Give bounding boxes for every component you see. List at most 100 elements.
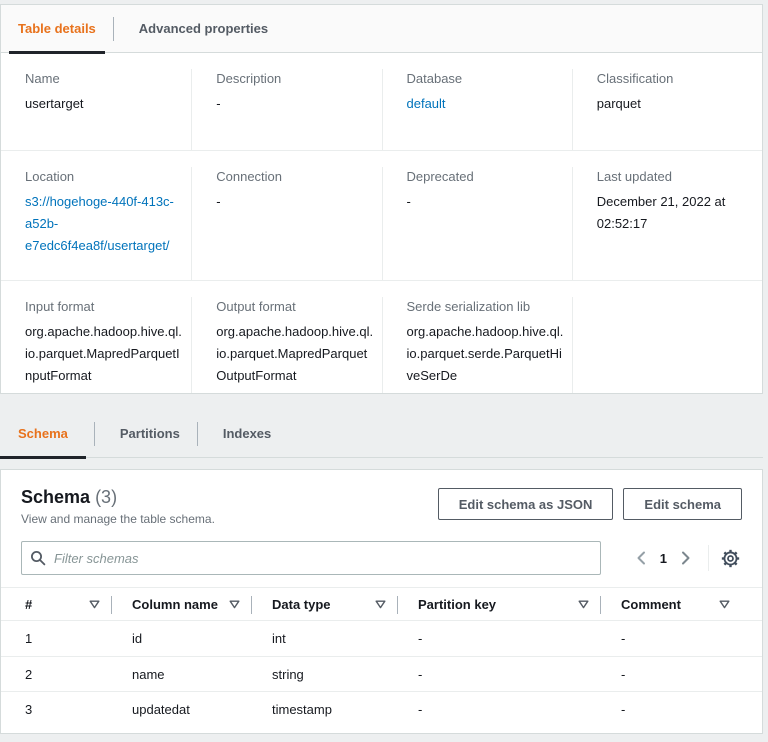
field-label: Location [25, 169, 75, 184]
table-row: 1 id int - - [1, 621, 762, 656]
field-label: Description [216, 71, 282, 86]
field-value: - [216, 96, 221, 111]
pagination-prev-button[interactable] [631, 547, 651, 569]
schema-card-header: Schema (3) View and manage the table sch… [1, 470, 762, 527]
schema-tabbar: Schema Partitions Indexes [0, 410, 763, 459]
cell-partition-key: - [418, 666, 423, 682]
cell-data-type: int [272, 631, 286, 646]
cell-number: 2 [25, 666, 33, 682]
pagination-next-button[interactable] [676, 547, 696, 569]
field-label: Deprecated [406, 169, 474, 184]
tab-table-details[interactable]: Table details [9, 5, 105, 54]
schema-title-text: Schema [21, 487, 91, 507]
field-label: Database [406, 71, 463, 86]
cell-column-name: name [132, 666, 165, 682]
cell-number: 3 [25, 701, 33, 717]
column-header-label: Column name [132, 596, 218, 612]
field-label: Classification [596, 71, 674, 86]
field-label: Connection [216, 169, 283, 184]
tab-advanced-properties[interactable]: Advanced properties [130, 5, 277, 53]
cell-partition-key: - [418, 701, 423, 717]
details-row-2: Location s3://hogehoge-440f-413c-a52b-e7… [1, 150, 762, 280]
pagination-page-1[interactable]: 1 [651, 551, 676, 566]
cell-data-type: timestamp [272, 701, 332, 717]
cell-comment: - [621, 701, 626, 717]
field-last-updated: Last updated December 21, 2022 at 02:52:… [571, 167, 762, 280]
edit-schema-json-button[interactable]: Edit schema as JSON [437, 488, 614, 520]
cell-number: 1 [25, 631, 33, 646]
schema-filter-box [21, 541, 601, 575]
field-classification: Classification parquet [571, 69, 762, 150]
chevron-right-icon [681, 551, 691, 568]
field-connection: Connection - [191, 167, 381, 280]
settings-gear-icon [721, 549, 740, 571]
search-icon [30, 550, 46, 566]
schema-title: Schema (3) [21, 486, 215, 508]
field-value: org.apache.hadoop.hive.ql.io.parquet.Map… [25, 324, 182, 383]
details-tabbar: Table details Advanced properties [1, 5, 762, 54]
column-filter-icon[interactable] [719, 600, 730, 609]
field-description: Description - [191, 69, 381, 150]
schema-filter-row: 1 [1, 527, 762, 575]
edit-schema-button[interactable]: Edit schema [623, 488, 742, 520]
field-database: Database default [381, 69, 572, 150]
field-value: December 21, 2022 at 02:52:17 [596, 194, 726, 231]
column-header-comment: Comment [601, 588, 742, 620]
tab-schema[interactable]: Schema [0, 410, 86, 459]
tab-indexes[interactable]: Indexes [214, 410, 280, 458]
column-header-column-name: Column name [112, 588, 252, 620]
database-link[interactable]: default [407, 93, 564, 115]
field-deprecated: Deprecated - [381, 167, 572, 280]
field-label: Last updated [596, 169, 672, 184]
column-header-data-type: Data type [252, 588, 398, 620]
field-value: org.apache.hadoop.hive.ql.io.parquet.Map… [216, 324, 374, 383]
field-input-format: Input format org.apache.hadoop.hive.ql.i… [1, 297, 191, 393]
schema-table: # Column name Data type Partition key Co… [1, 587, 762, 726]
pagination-divider [708, 545, 709, 571]
chevron-left-icon [636, 551, 646, 568]
cell-comment: - [621, 631, 626, 646]
column-header-label: Comment [621, 596, 681, 612]
field-label: Output format [216, 299, 296, 314]
column-filter-icon[interactable] [578, 600, 589, 609]
location-link[interactable]: s3://hogehoge-440f-413c-a52b-e7edc6f4ea8… [25, 191, 183, 257]
field-label: Serde serialization lib [406, 299, 531, 314]
table-row: 2 name string - - [1, 656, 762, 691]
field-label: Input format [25, 299, 95, 314]
field-name: Name usertarget [1, 69, 191, 150]
tab-divider [93, 421, 95, 446]
field-value: - [216, 194, 221, 209]
schema-actions: Edit schema as JSON Edit schema [437, 486, 742, 520]
tab-divider [112, 16, 114, 41]
field-serde-lib: Serde serialization lib org.apache.hadoo… [381, 297, 572, 393]
details-row-1: Name usertarget Description - Database d… [1, 53, 762, 150]
preferences-button[interactable] [719, 547, 742, 570]
schema-table-header: # Column name Data type Partition key Co… [1, 587, 762, 621]
field-value: - [406, 194, 411, 209]
field-empty [571, 297, 762, 393]
schema-heading-block: Schema (3) View and manage the table sch… [21, 486, 215, 527]
cell-data-type: string [272, 666, 304, 682]
field-value: org.apache.hadoop.hive.ql.io.parquet.ser… [406, 324, 564, 383]
column-header-number: # [21, 588, 112, 620]
field-value: usertarget [25, 96, 84, 111]
tab-partitions[interactable]: Partitions [111, 410, 189, 458]
column-filter-icon[interactable] [89, 600, 100, 609]
cell-column-name: id [132, 631, 143, 646]
column-header-label: # [25, 596, 33, 612]
schema-card: Schema (3) View and manage the table sch… [0, 469, 763, 734]
field-label: Name [25, 71, 60, 86]
column-header-partition-key: Partition key [398, 588, 601, 620]
column-header-label: Partition key [418, 596, 497, 612]
column-filter-icon[interactable] [375, 600, 386, 609]
cell-column-name: updatedat [132, 701, 190, 717]
pagination: 1 [631, 545, 742, 571]
table-details-panel: Table details Advanced properties Name u… [0, 4, 763, 394]
details-row-3: Input format org.apache.hadoop.hive.ql.i… [1, 280, 762, 393]
table-row: 3 updatedat timestamp - - [1, 691, 762, 726]
filter-schemas-input[interactable] [21, 541, 601, 575]
column-header-label: Data type [272, 596, 331, 612]
column-filter-icon[interactable] [229, 600, 240, 609]
schema-subtitle: View and manage the table schema. [21, 512, 215, 526]
cell-partition-key: - [418, 631, 423, 646]
